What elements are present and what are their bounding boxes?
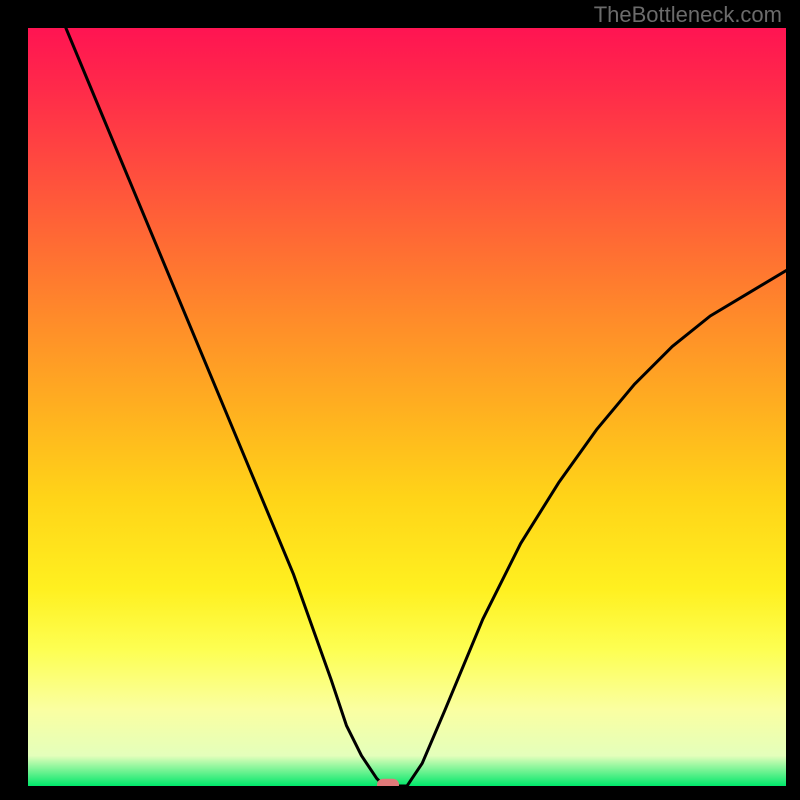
curve-line [66, 28, 786, 786]
chart-canvas [28, 28, 786, 786]
watermark-text: TheBottleneck.com [594, 2, 782, 28]
plot-area [28, 28, 786, 786]
minimum-marker [377, 779, 399, 786]
